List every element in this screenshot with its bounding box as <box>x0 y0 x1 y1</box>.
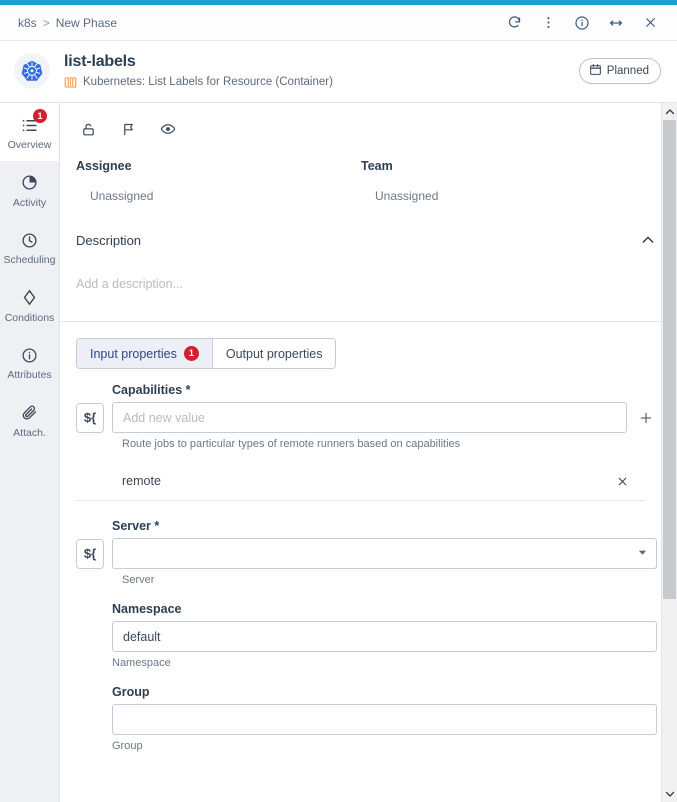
field-namespace: Namespace Namespace <box>76 602 657 669</box>
properties-form: Capabilities * ${ Route jobs to particul… <box>60 369 677 780</box>
server-label: Server * <box>112 519 160 533</box>
sidebar-item-label-conditions: Conditions <box>4 311 55 324</box>
properties-tabs: Input properties 1 Output properties <box>76 338 337 369</box>
capabilities-row: ${ <box>76 402 657 433</box>
namespace-label: Namespace <box>112 602 182 616</box>
more-vertical-button[interactable] <box>533 9 563 37</box>
description-title: Description <box>76 232 142 248</box>
namespace-row <box>76 621 657 652</box>
window-title-bar: k8s > New Phase <box>0 5 677 41</box>
list-icon: 1 <box>2 109 57 136</box>
team-label: Team <box>361 159 393 173</box>
unlock-icon[interactable] <box>76 117 100 141</box>
tab-output-properties[interactable]: Output properties <box>212 339 336 368</box>
sidebar-item-attributes[interactable]: Attributes <box>0 333 59 391</box>
description-input[interactable]: Add a description... <box>60 253 677 321</box>
sidebar-item-activity[interactable]: Activity <box>0 161 59 219</box>
sidebar-item-label-attachments: Attach. <box>13 426 46 439</box>
sidebar-item-label-activity: Activity <box>12 196 47 209</box>
info-circle-icon <box>2 344 57 366</box>
field-server: Server * ${ Server <box>76 519 657 586</box>
sidebar-item-label-scheduling: Scheduling <box>3 254 56 267</box>
breadcrumb-root[interactable]: k8s <box>18 16 37 30</box>
assignee-block: Assignee Unassigned <box>76 159 361 203</box>
breadcrumb-current: New Phase <box>55 15 118 30</box>
tab-input-properties-badge: 1 <box>183 346 199 361</box>
server-hint: Server <box>122 574 155 586</box>
sidebar-item-label-attributes: Attributes <box>7 369 52 382</box>
group-input[interactable] <box>112 704 657 735</box>
description-header: Description <box>60 209 677 253</box>
scrollbar-track[interactable] <box>662 120 677 785</box>
sidebar-item-attachments[interactable]: Attach. <box>0 391 59 449</box>
status-badge-label: Planned <box>606 64 649 77</box>
page-header: list-labels Kubernetes: List Labels for … <box>0 41 677 103</box>
capabilities-value-text: remote <box>122 474 161 488</box>
section-divider <box>60 321 677 322</box>
close-button[interactable] <box>635 9 665 37</box>
container-icon <box>64 76 77 89</box>
group-hint: Group <box>112 740 143 752</box>
group-label: Group <box>112 685 150 699</box>
server-select[interactable] <box>112 538 657 569</box>
server-row: ${ <box>76 538 657 569</box>
info-button[interactable] <box>567 9 597 37</box>
sidebar-badge-overview: 1 <box>33 109 47 123</box>
capabilities-add-button[interactable] <box>635 407 657 429</box>
assignee-label: Assignee <box>76 159 132 173</box>
meta-row: Assignee Unassigned Team Unassigned <box>60 151 677 209</box>
breadcrumb-separator: > <box>42 15 50 30</box>
sidebar-item-overview[interactable]: 1 Overview <box>0 103 59 161</box>
namespace-input[interactable] <box>112 621 657 652</box>
tab-input-properties[interactable]: Input properties 1 <box>77 339 213 368</box>
breadcrumb: k8s > New Phase <box>18 16 117 30</box>
server-variable-button[interactable]: ${ <box>76 538 104 569</box>
scroll-up-button[interactable] <box>662 103 677 120</box>
kubernetes-logo-icon <box>14 52 50 89</box>
body-wrapper: 1 Overview Activity Scheduling Condition… <box>0 103 677 802</box>
tab-output-properties-label: Output properties <box>225 346 323 361</box>
sidebar-item-conditions[interactable]: Conditions <box>0 276 59 334</box>
scroll-down-button[interactable] <box>662 785 677 802</box>
sidebar-item-label-overview: Overview <box>7 139 52 151</box>
window-actions <box>499 9 665 37</box>
page-subtitle: Kubernetes: List Labels for Resource (Co… <box>64 76 579 89</box>
namespace-hint: Namespace <box>112 657 171 669</box>
diamond-icon <box>2 287 57 309</box>
refresh-button[interactable] <box>499 9 529 37</box>
main-content: Assignee Unassigned Team Unassigned Desc… <box>60 103 677 802</box>
paperclip-icon <box>2 402 57 424</box>
server-select-wrap <box>112 538 657 569</box>
scrollbar-thumb[interactable] <box>663 120 676 599</box>
capabilities-value-remove-icon[interactable] <box>613 472 631 490</box>
group-row <box>76 704 657 735</box>
field-capabilities: Capabilities * ${ Route jobs to particul… <box>76 383 657 501</box>
sidebar-item-scheduling[interactable]: Scheduling <box>0 218 59 276</box>
sidebar: 1 Overview Activity Scheduling Condition… <box>0 103 60 802</box>
calendar-icon <box>589 63 602 79</box>
item-toolbar <box>60 103 677 151</box>
clock-icon <box>2 229 57 251</box>
capabilities-input[interactable] <box>112 402 627 433</box>
resize-horizontal-button[interactable] <box>601 9 631 37</box>
page-title: list-labels <box>64 53 136 71</box>
capabilities-hint: Route jobs to particular types of remote… <box>122 438 461 450</box>
status-badge[interactable]: Planned <box>578 57 661 84</box>
pie-chart-icon <box>2 172 57 194</box>
capabilities-value-row: remote <box>76 462 645 501</box>
vertical-scrollbar[interactable] <box>661 103 677 802</box>
chevron-up-icon[interactable] <box>635 227 661 253</box>
capabilities-label: Capabilities * <box>112 383 191 397</box>
assignee-value[interactable]: Unassigned <box>76 189 361 203</box>
capabilities-variable-button[interactable]: ${ <box>76 402 104 433</box>
page-subtitle-text: Kubernetes: List Labels for Resource (Co… <box>83 76 333 89</box>
tab-input-properties-label: Input properties <box>90 346 177 361</box>
flag-icon[interactable] <box>116 117 140 141</box>
field-group: Group Group <box>76 685 657 752</box>
team-value[interactable]: Unassigned <box>361 189 661 203</box>
team-block: Team Unassigned <box>361 159 661 203</box>
eye-icon[interactable] <box>156 117 180 141</box>
